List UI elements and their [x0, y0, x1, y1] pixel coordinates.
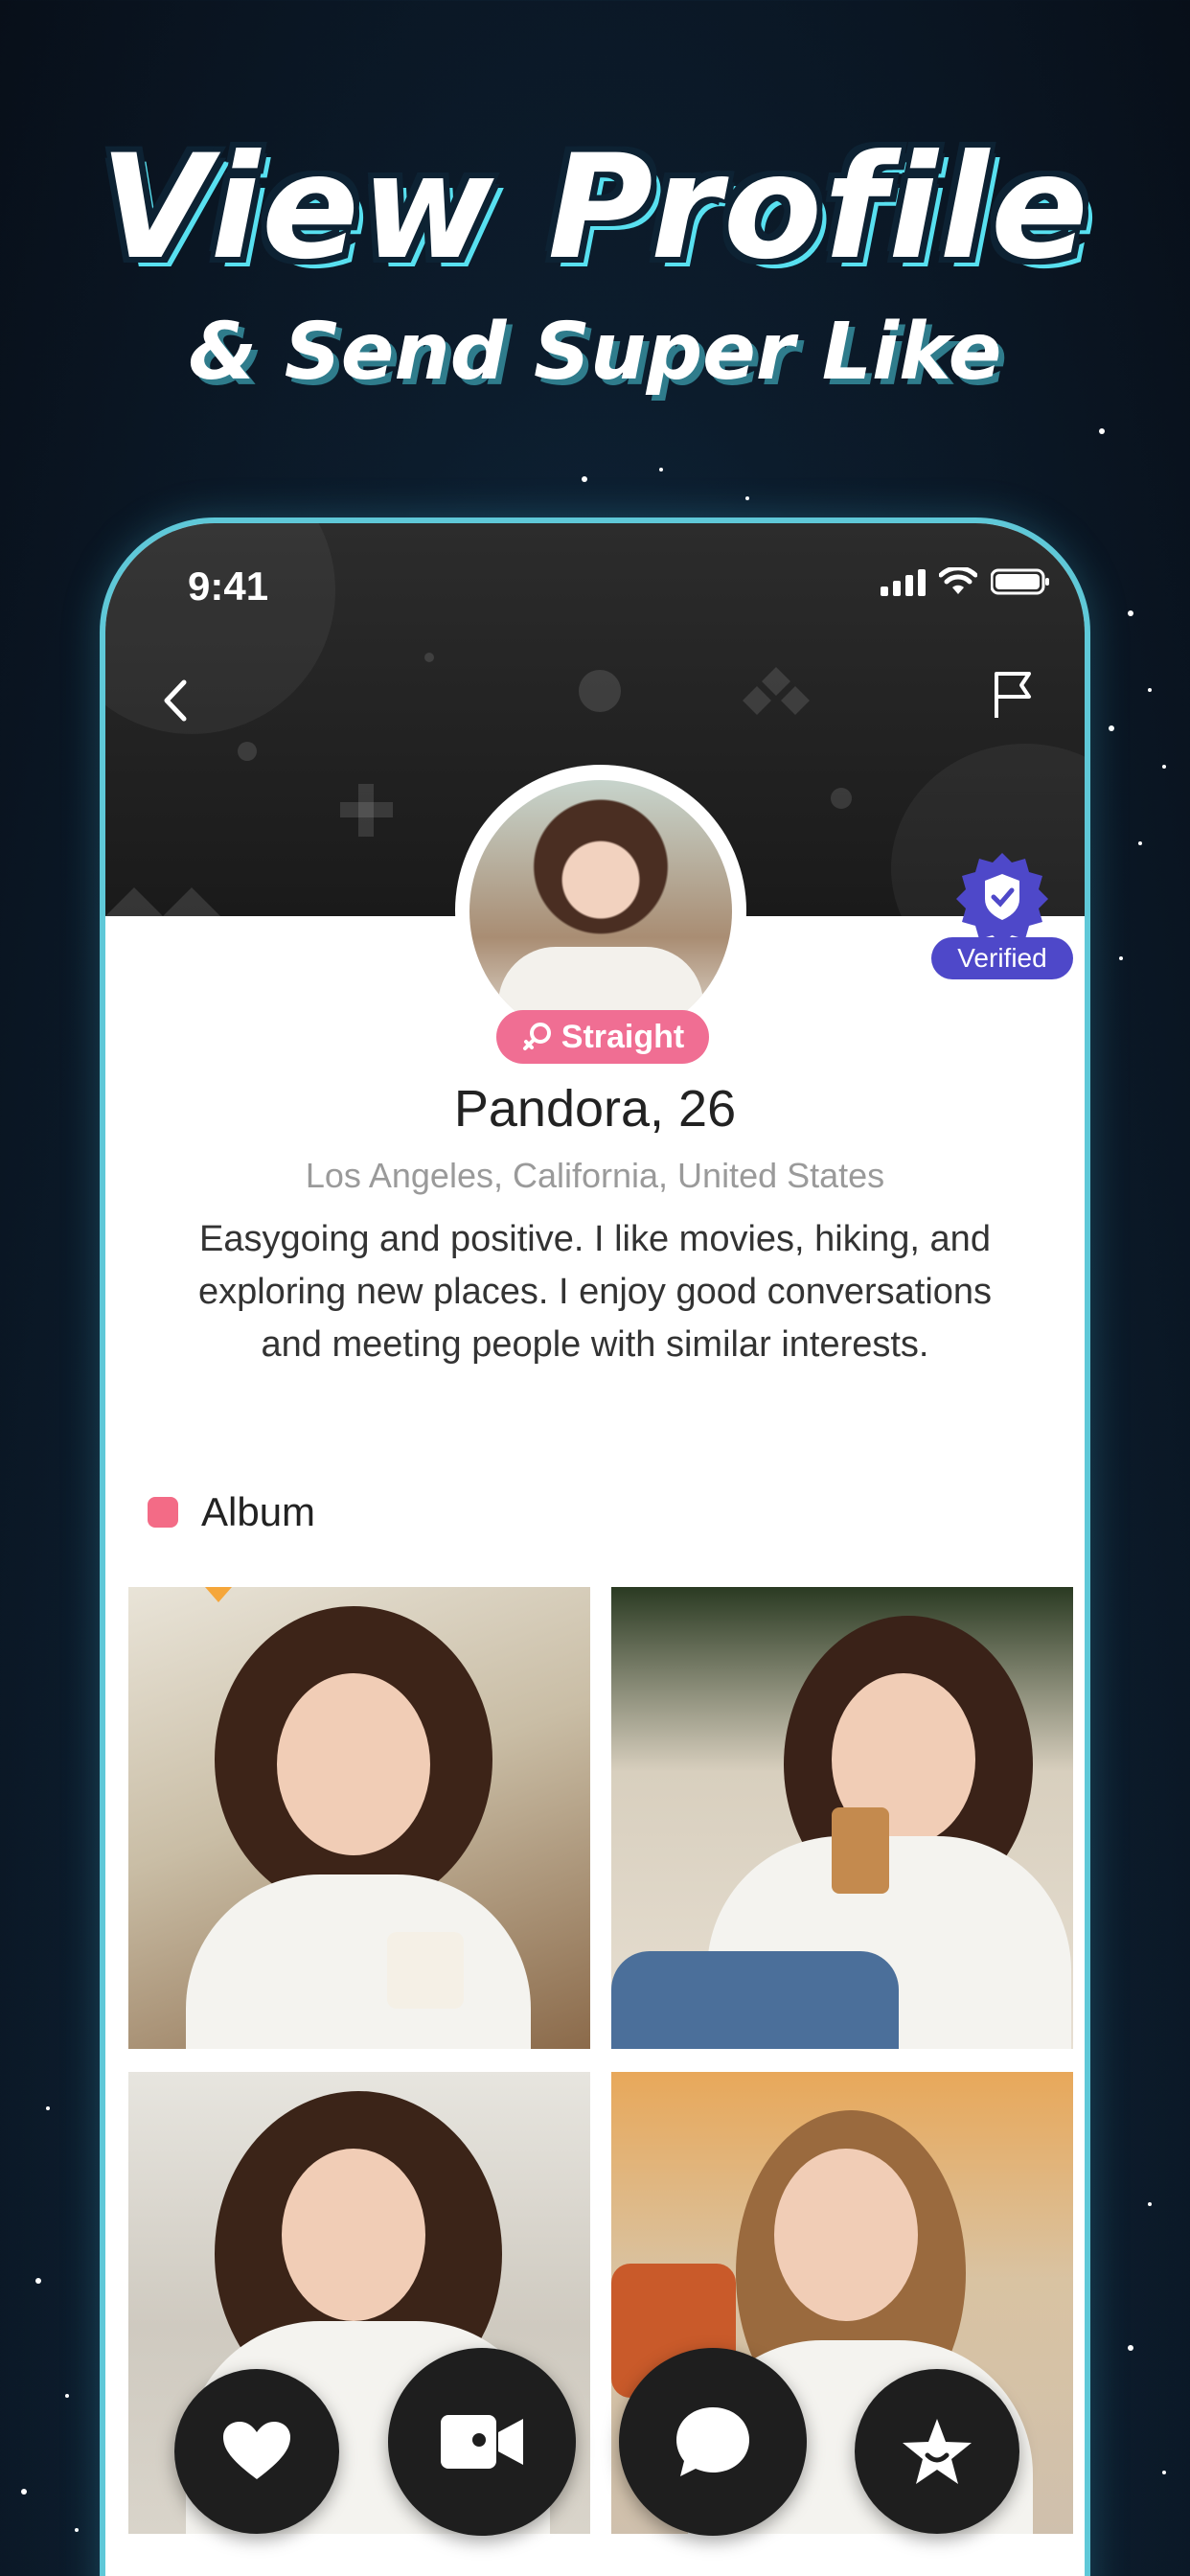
hero-subline: & Send Super Like — [188, 307, 1002, 398]
profile-bio: Easygoing and positive. I like movies, h… — [197, 1219, 993, 1365]
back-icon[interactable] — [144, 667, 211, 734]
video-call-button[interactable] — [388, 2348, 576, 2536]
video-camera-icon — [441, 2415, 523, 2469]
cellular-signal-icon — [881, 567, 926, 596]
battery-icon — [991, 568, 1049, 595]
album-photo[interactable] — [611, 1587, 1073, 2049]
flag-icon[interactable] — [979, 662, 1046, 729]
orientation-badge: Straight — [496, 1010, 709, 1064]
avatar[interactable] — [469, 780, 732, 1043]
like-button[interactable] — [174, 2369, 339, 2534]
verified-seal-icon — [956, 853, 1048, 945]
wifi-icon — [939, 567, 977, 594]
hero-headline: View Profile — [100, 125, 1090, 291]
orientation-label: Straight — [561, 1018, 685, 1055]
status-bar: 9:41 — [105, 558, 1085, 615]
profile-name: Pandora, 26 — [453, 1080, 737, 1138]
star-icon — [903, 2419, 972, 2484]
status-time: 9:41 — [188, 564, 269, 609]
chat-button[interactable] — [619, 2348, 807, 2536]
album-photo[interactable] — [128, 1587, 590, 2049]
female-symbol-icon — [522, 1023, 551, 1050]
verified-badge: Verified — [931, 849, 1073, 979]
verified-label: Verified — [931, 937, 1073, 979]
action-bar — [0, 2348, 1190, 2568]
phone-frame: 9:41 Verified Straight Pandora, 26 Los A… — [100, 518, 1090, 2576]
album-dot-icon — [148, 1497, 178, 1528]
profile-location: Los Angeles, California, United States — [305, 1156, 885, 1195]
super-like-button[interactable] — [855, 2369, 1019, 2534]
chat-bubble-icon — [676, 2407, 749, 2476]
album-header: Album — [148, 1489, 315, 1535]
heart-icon — [223, 2422, 290, 2479]
album-title: Album — [201, 1489, 316, 1534]
